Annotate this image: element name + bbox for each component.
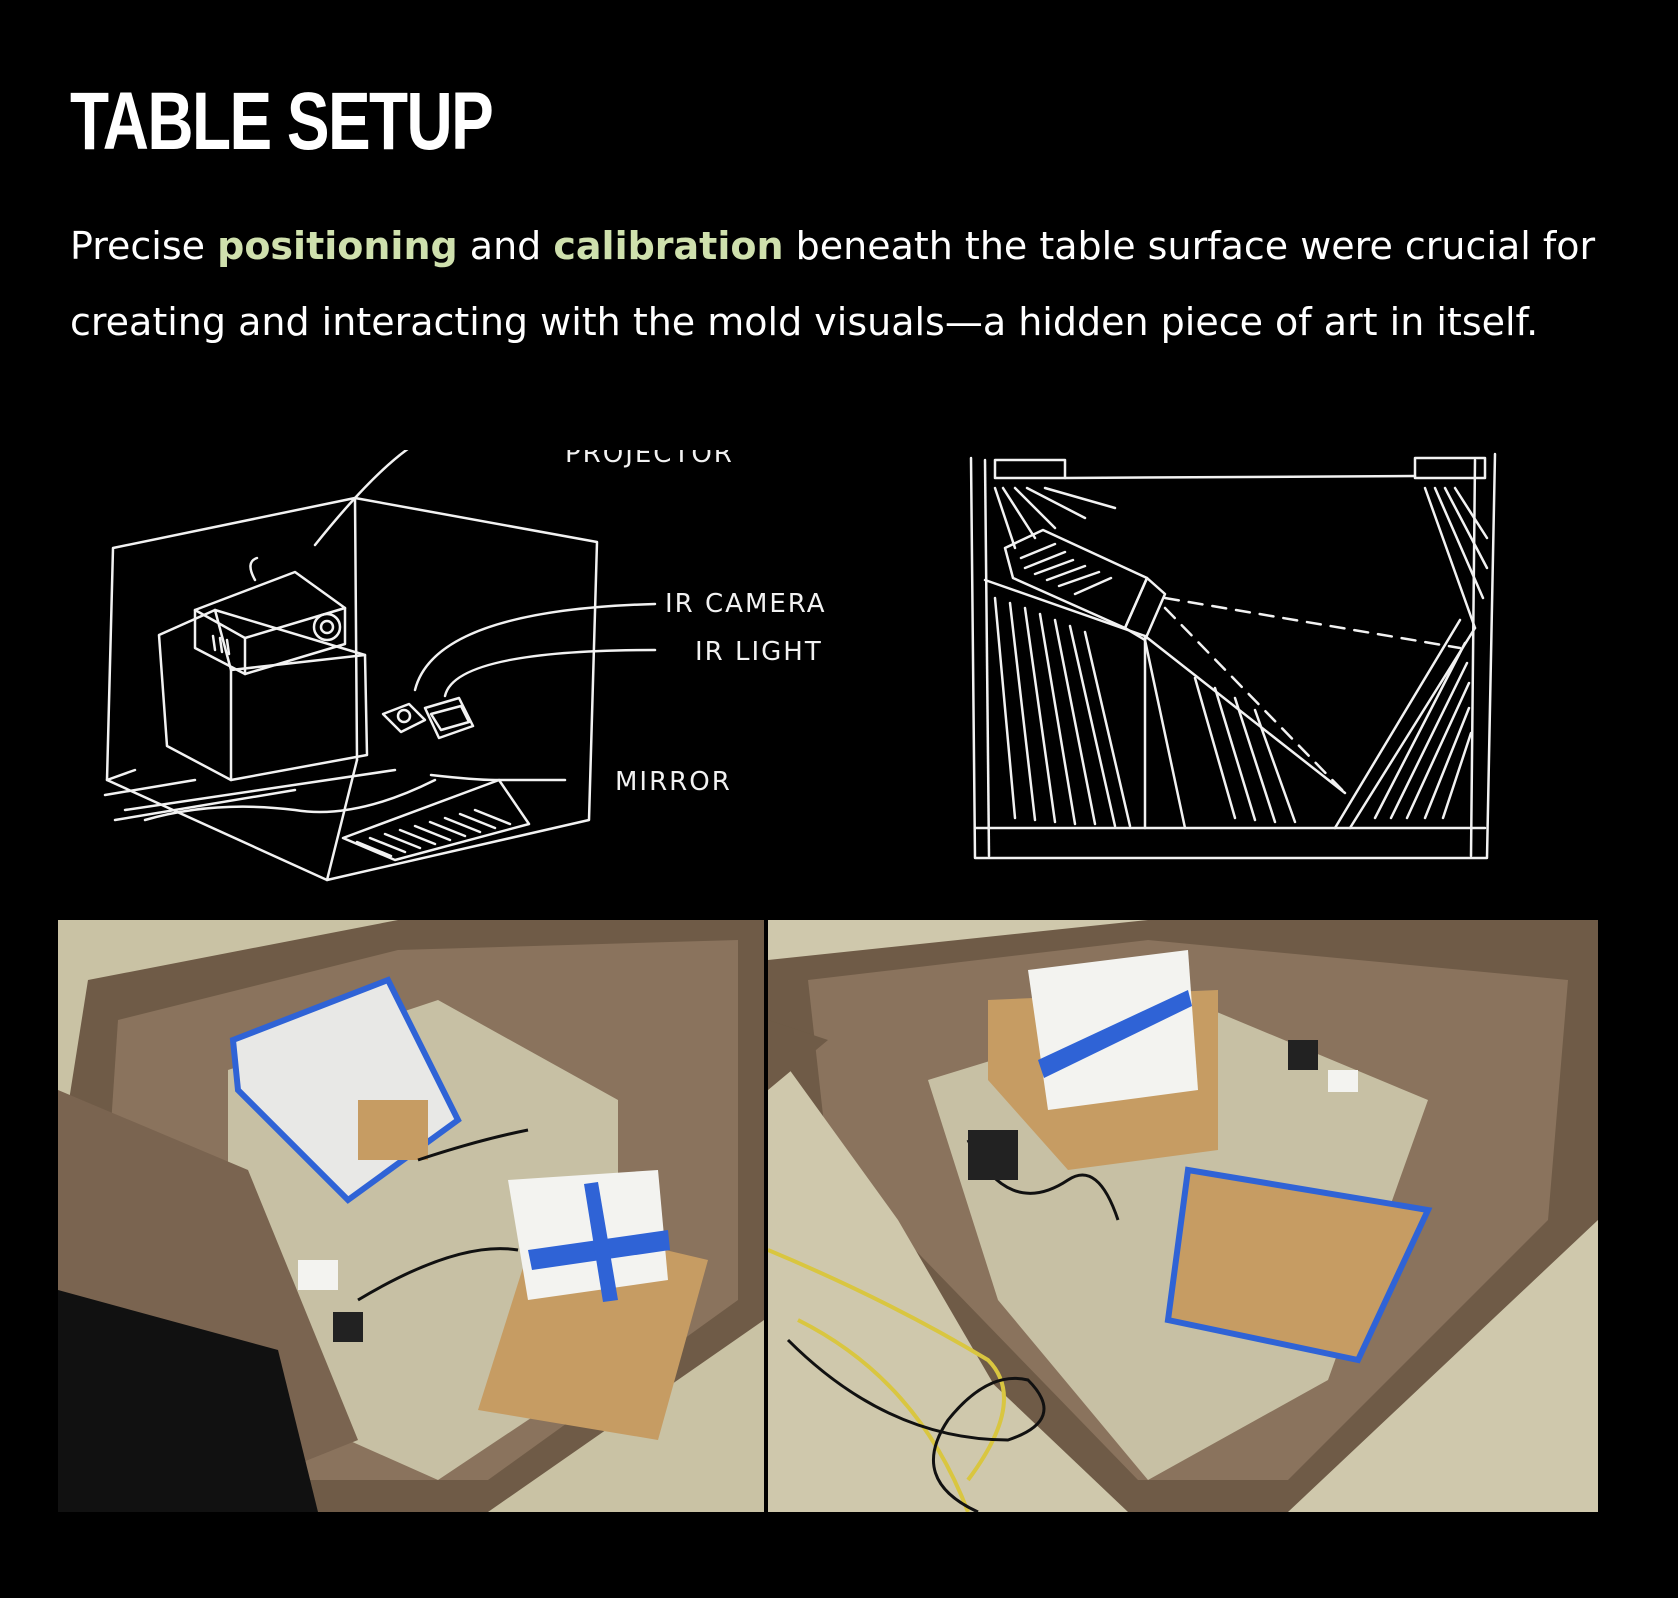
photo-table-overhead-left [58, 920, 764, 1512]
highlight-calibration: calibration [553, 224, 784, 268]
section-title: TABLE SETUP [70, 76, 494, 167]
label-projector: PROJECTOR [565, 450, 734, 469]
isometric-setup-sketch: PROJECTOR IR CAMERA IR LIGHT MIRROR [95, 450, 875, 890]
label-mirror: MIRROR [615, 767, 732, 797]
label-ir-light: IR LIGHT [695, 637, 823, 667]
intro-mid: and [457, 224, 554, 268]
intro-lead: Precise [70, 224, 218, 268]
label-ir-camera: IR CAMERA [665, 589, 827, 619]
photo-strip [58, 920, 1598, 1512]
photo-table-overhead-right [768, 920, 1598, 1512]
intro-paragraph: Precise positioning and calibration bene… [70, 208, 1630, 360]
highlight-positioning: positioning [217, 224, 458, 268]
cross-section-sketch [955, 448, 1505, 868]
